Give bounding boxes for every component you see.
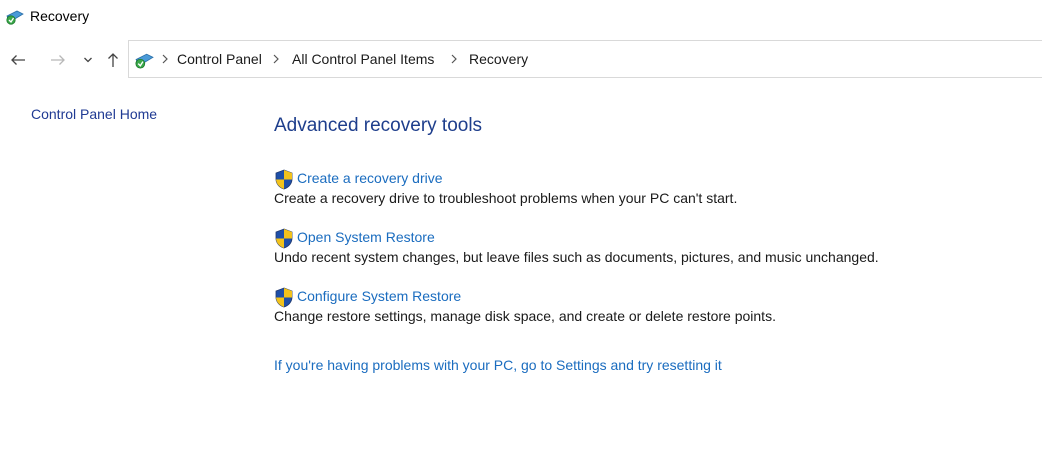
chevron-right-icon[interactable] [271, 52, 281, 66]
uac-shield-icon [274, 287, 294, 308]
uac-shield-icon [274, 169, 294, 190]
arrow-up-icon [108, 53, 118, 67]
recovery-location-icon [134, 51, 154, 70]
open-system-restore-link[interactable]: Open System Restore [297, 229, 435, 245]
arrow-right-icon [51, 55, 65, 65]
address-bar[interactable]: Control Panel All Control Panel Items Re… [128, 40, 1042, 78]
uac-shield-icon [274, 228, 294, 249]
window-title: Recovery [30, 8, 90, 24]
create-recovery-drive-link[interactable]: Create a recovery drive [297, 170, 443, 186]
chevron-right-icon[interactable] [160, 52, 170, 66]
open-system-restore-description: Undo recent system changes, but leave fi… [274, 249, 879, 265]
breadcrumb-recovery[interactable]: Recovery [469, 51, 528, 67]
recovery-app-icon [5, 8, 24, 26]
forward-button[interactable] [48, 50, 68, 70]
up-button[interactable] [103, 50, 123, 70]
breadcrumb-control-panel[interactable]: Control Panel [177, 51, 262, 67]
create-recovery-drive-description: Create a recovery drive to troubleshoot … [274, 190, 738, 206]
configure-system-restore-link[interactable]: Configure System Restore [297, 288, 461, 304]
back-button[interactable] [8, 50, 28, 70]
chevron-right-icon[interactable] [449, 52, 459, 66]
reset-pc-settings-link[interactable]: If you're having problems with your PC, … [274, 357, 722, 373]
breadcrumb-all-control-panel-items[interactable]: All Control Panel Items [292, 51, 434, 67]
control-panel-home-link[interactable]: Control Panel Home [31, 106, 157, 122]
arrow-left-icon [11, 55, 25, 65]
page-title: Advanced recovery tools [274, 115, 483, 136]
recent-locations-button[interactable] [78, 50, 98, 70]
configure-system-restore-description: Change restore settings, manage disk spa… [274, 308, 776, 324]
chevron-down-icon [84, 57, 92, 63]
navigation-bar: Control Panel All Control Panel Items Re… [0, 40, 1042, 80]
title-bar: Recovery [0, 0, 1042, 34]
